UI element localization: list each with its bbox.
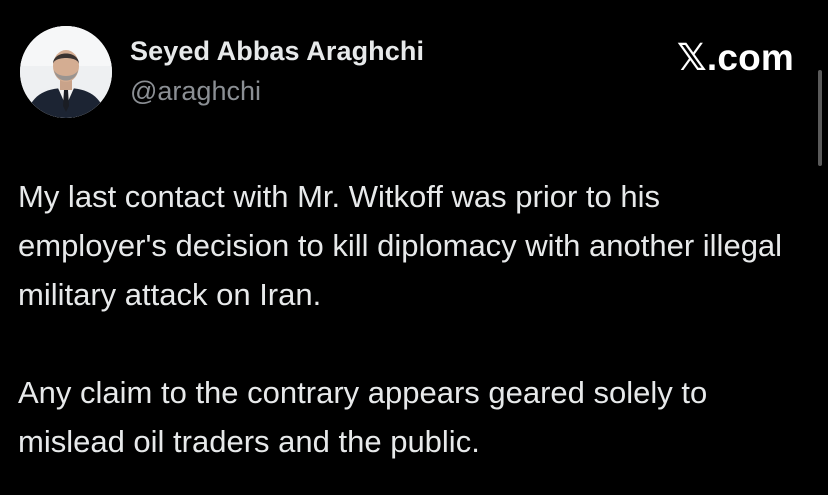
tweet-text: My last contact with Mr. Witkoff was pri… [18,172,808,466]
tweet-paragraph: My last contact with Mr. Witkoff was pri… [18,179,783,312]
author-name[interactable]: Seyed Abbas Araghchi [130,36,424,67]
scrollbar[interactable] [818,70,822,166]
x-logo: 𝕏.com [676,37,794,78]
avatar[interactable] [20,26,112,118]
tweet-paragraph: Any claim to the contrary appears geared… [18,375,708,459]
avatar-photo-icon [20,26,112,118]
author-handle[interactable]: @araghchi [130,76,261,107]
tweet-card: Seyed Abbas Araghchi @araghchi 𝕏.com My … [0,0,828,495]
